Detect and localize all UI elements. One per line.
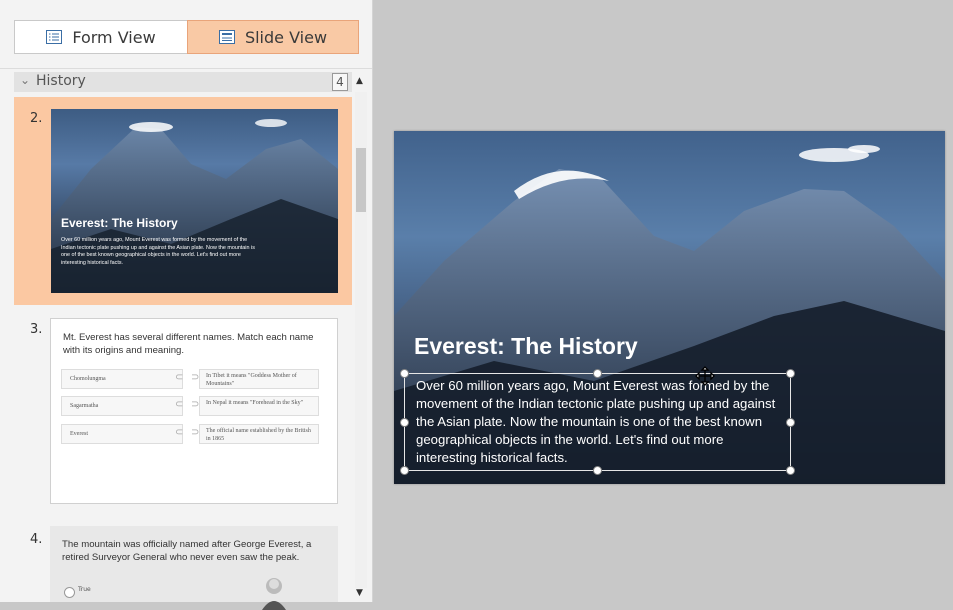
slide-thumbnail-2[interactable]: 2. Everest: The History Over 60 million … — [14, 97, 352, 305]
match-right-item: The official name established by the Bri… — [199, 424, 319, 444]
form-view-label: Form View — [72, 27, 156, 47]
match-left-item: Sagarmatha — [61, 396, 183, 416]
section-title: History — [36, 73, 86, 89]
slide-preview: Everest: The History Over 60 million yea… — [51, 109, 338, 293]
slide-thumbnail-3[interactable]: 3. Mt. Everest has several different nam… — [14, 310, 352, 510]
section-header-history[interactable]: ⌄ History 4 — [14, 72, 352, 92]
text-selection-frame[interactable] — [404, 373, 791, 471]
option-label: True — [78, 586, 91, 593]
resize-handle[interactable] — [400, 418, 409, 427]
resize-handle[interactable] — [593, 466, 602, 475]
view-toolbar: Form View Slide View — [0, 0, 372, 69]
portrait-image — [262, 578, 286, 610]
thumb-slide-title: Everest: The History — [61, 216, 178, 230]
match-right-item: In Nepal it means "Forehead in the Sky" — [199, 396, 319, 416]
panel-scrollbar[interactable] — [355, 92, 367, 588]
slide-view-label: Slide View — [244, 27, 328, 47]
resize-handle[interactable] — [400, 369, 409, 378]
true-false-question: The mountain was officially named after … — [62, 539, 312, 563]
list-icon — [46, 30, 63, 44]
slide-title[interactable]: Everest: The History — [414, 333, 638, 360]
resize-handle[interactable] — [400, 466, 409, 475]
slide-number: 2. — [30, 111, 43, 126]
match-left-item: Chomolungma — [61, 369, 183, 389]
move-cursor-icon — [695, 366, 715, 386]
slide-number: 4. — [30, 532, 43, 547]
form-view-tab[interactable]: Form View — [14, 20, 188, 54]
section-count-badge: 4 — [332, 73, 348, 91]
resize-handle[interactable] — [786, 466, 795, 475]
connector-icon: ⊂ — [175, 427, 184, 438]
chevron-down-icon[interactable]: ⌄ — [20, 73, 30, 87]
radio-button — [64, 587, 75, 598]
slide-view-tab[interactable]: Slide View — [187, 20, 359, 54]
slide-number: 3. — [30, 322, 43, 337]
match-left-item: Everest — [61, 424, 183, 444]
slide-preview: The mountain was officially named after … — [50, 526, 338, 610]
scrollbar-thumb[interactable] — [356, 148, 366, 212]
connector-icon: ⊂ — [175, 399, 184, 410]
slide-thumbnail-4[interactable]: 4. The mountain was officially named aft… — [14, 518, 352, 610]
connector-icon: ⊂ — [175, 372, 184, 383]
matching-question: Mt. Everest has several different names.… — [63, 332, 314, 356]
scroll-down-arrow-icon[interactable]: ▼ — [356, 588, 363, 598]
slide-icon — [218, 30, 235, 44]
slides-panel: Form View Slide View ⌄ History 4 ▲ ▼ 2. — [0, 0, 373, 610]
resize-handle[interactable] — [786, 418, 795, 427]
thumb-slide-body: Over 60 million years ago, Mount Everest… — [61, 237, 255, 266]
scroll-up-arrow-icon[interactable]: ▲ — [356, 76, 363, 86]
match-right-item: In Tibet it means "Goddess Mother of Mou… — [199, 369, 319, 389]
resize-handle[interactable] — [786, 369, 795, 378]
resize-handle[interactable] — [593, 369, 602, 378]
slide-preview: Mt. Everest has several different names.… — [50, 318, 338, 504]
